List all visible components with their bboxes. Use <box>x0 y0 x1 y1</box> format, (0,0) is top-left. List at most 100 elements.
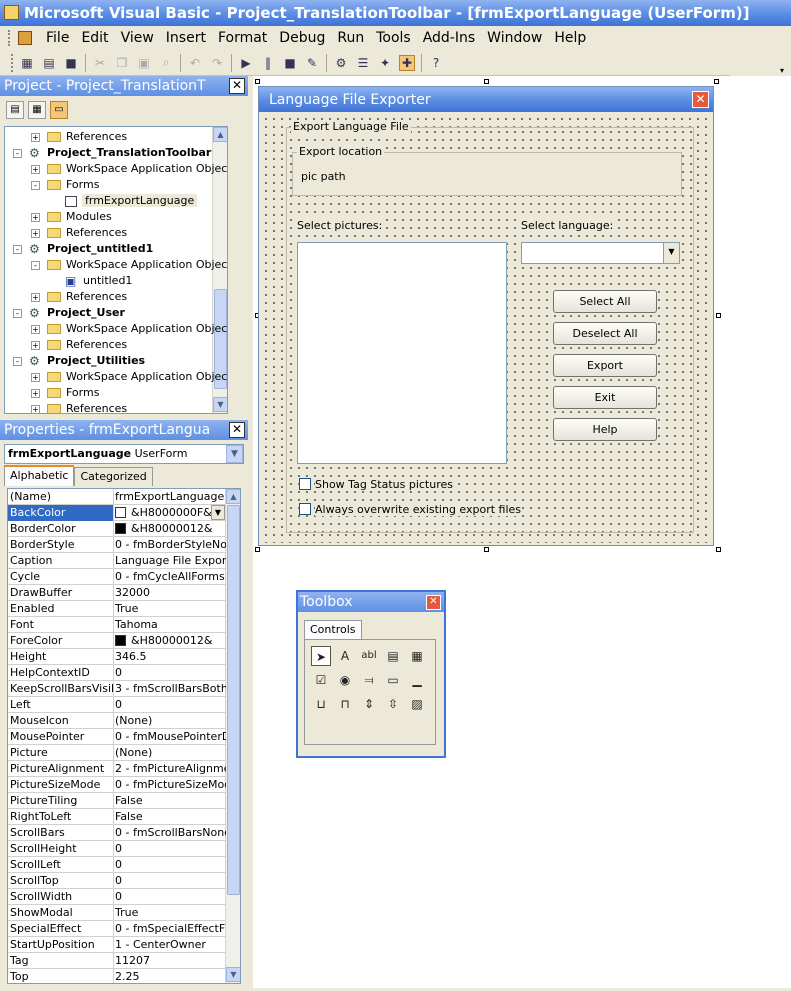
chevron-down-icon[interactable]: ▼ <box>663 243 679 263</box>
collapse-icon[interactable]: - <box>13 357 22 366</box>
resize-handle[interactable] <box>714 79 719 84</box>
tree-node[interactable]: ▣ untitled1 <box>65 273 132 289</box>
scrollbar-icon[interactable]: ⇕ <box>359 694 379 714</box>
tree-node[interactable]: ⚙ Project_TranslationToolbar <box>29 145 211 161</box>
menu-insert[interactable]: Insert <box>160 30 212 46</box>
insert-userform-icon[interactable]: ▤ <box>41 55 57 71</box>
property-row[interactable]: BackColor &H8000000F& ▼ <box>8 505 226 521</box>
property-value[interactable]: 0 - fmCycleAllForms <box>115 569 226 585</box>
property-row[interactable]: MouseIcon (None) <box>8 713 226 729</box>
frame-icon[interactable]: ▭ <box>383 670 403 690</box>
property-value[interactable]: 0 - fmMousePointerDefault <box>115 729 226 745</box>
property-value[interactable]: 0 <box>115 665 226 681</box>
copy-icon[interactable]: ❐ <box>114 55 130 71</box>
toggle-folders-icon[interactable]: ▭ <box>50 101 68 119</box>
deselect-all-button[interactable]: Deselect All <box>553 322 657 345</box>
tree-node[interactable]: References <box>47 401 127 413</box>
collapse-icon[interactable]: - <box>13 245 22 254</box>
property-value[interactable]: &H8000000F& ▼ <box>115 505 226 521</box>
form-canvas[interactable]: Export Language File Export location pic… <box>262 115 710 543</box>
tree-node[interactable]: WorkSpace Application Objects <box>47 257 227 273</box>
break-icon[interactable]: ‖ <box>260 55 276 71</box>
help-button[interactable]: Help <box>553 418 657 441</box>
tree-node[interactable]: ⚙ Project_User <box>29 305 125 321</box>
tabstrip-icon[interactable]: ⊔ <box>311 694 331 714</box>
property-value[interactable]: 0 <box>115 841 226 857</box>
expand-icon[interactable]: + <box>31 405 40 413</box>
tree-node[interactable]: Forms <box>47 385 99 401</box>
property-row[interactable]: ScrollTop 0 <box>8 873 226 889</box>
resize-handle[interactable] <box>255 79 260 84</box>
property-value[interactable]: &H80000012& <box>115 521 226 537</box>
pictures-listbox[interactable] <box>297 242 507 464</box>
expand-icon[interactable]: + <box>31 373 40 382</box>
tree-node[interactable]: Modules <box>47 209 112 225</box>
property-value[interactable]: &H80000012& <box>115 633 226 649</box>
property-value[interactable]: 3 - fmScrollBarsBoth <box>115 681 226 697</box>
property-row[interactable]: Top 2.25 <box>8 969 226 983</box>
design-mode-icon[interactable]: ✎ <box>304 55 320 71</box>
property-row[interactable]: Tag 11207 <box>8 953 226 969</box>
tree-node[interactable]: ⚙ Project_untitled1 <box>29 241 153 257</box>
reset-icon[interactable]: ■ <box>282 55 298 71</box>
view-object-icon[interactable]: ▦ <box>28 101 46 119</box>
document-icon[interactable] <box>18 31 32 45</box>
property-value[interactable]: 2 - fmPictureAlignmentCenter <box>115 761 226 777</box>
expand-icon[interactable]: + <box>31 133 40 142</box>
collapse-icon[interactable]: - <box>13 149 22 158</box>
property-row[interactable]: Left 0 <box>8 697 226 713</box>
image-icon[interactable]: ▨ <box>407 694 427 714</box>
redo-icon[interactable]: ↷ <box>209 55 225 71</box>
property-row[interactable]: PictureTiling False <box>8 793 226 809</box>
exit-button[interactable]: Exit <box>553 386 657 409</box>
menu-addins[interactable]: Add-Ins <box>417 30 481 46</box>
property-value[interactable]: (None) <box>115 713 226 729</box>
property-row[interactable]: ScrollLeft 0 <box>8 857 226 873</box>
scroll-up-icon[interactable]: ▲ <box>213 127 227 142</box>
property-value[interactable]: 0 <box>115 889 226 905</box>
select-objects-icon[interactable]: ➤ <box>311 646 331 666</box>
optionbutton-icon[interactable]: ◉ <box>335 670 355 690</box>
property-value[interactable]: 2.25 <box>115 969 226 983</box>
property-row[interactable]: Enabled True <box>8 601 226 617</box>
tab-alphabetic[interactable]: Alphabetic <box>4 465 75 486</box>
view-code-icon[interactable]: ▤ <box>6 101 24 119</box>
toolbar-grip[interactable] <box>11 53 13 72</box>
menu-run[interactable]: Run <box>331 30 370 46</box>
find-icon[interactable]: ⌕ <box>158 55 174 71</box>
property-row[interactable]: BorderStyle0 - fmBorderStyleNone <box>8 537 226 553</box>
tree-node[interactable]: References <box>47 129 127 145</box>
close-icon[interactable]: ✕ <box>426 595 441 610</box>
tree-node[interactable]: References <box>47 289 127 305</box>
menu-file[interactable]: File <box>40 30 75 46</box>
multipage-icon[interactable]: ⊓ <box>335 694 355 714</box>
close-icon[interactable]: ✕ <box>229 78 245 94</box>
menu-edit[interactable]: Edit <box>75 30 114 46</box>
property-value[interactable]: True <box>115 601 226 617</box>
chevron-down-icon[interactable]: ▼ <box>211 505 225 520</box>
menu-debug[interactable]: Debug <box>273 30 331 46</box>
menu-view[interactable]: View <box>115 30 160 46</box>
property-row[interactable]: MousePointer0 - fmMousePointerDefault <box>8 729 226 745</box>
scroll-down-icon[interactable]: ▼ <box>226 967 240 982</box>
properties-icon[interactable]: ☰ <box>355 55 371 71</box>
property-row[interactable]: DrawBuffer 32000 <box>8 585 226 601</box>
property-value[interactable]: True <box>115 905 226 921</box>
property-value[interactable]: 32000 <box>115 585 226 601</box>
tree-node[interactable]: References <box>47 225 127 241</box>
grid-scrollbar[interactable]: ▲ ▼ <box>225 489 240 983</box>
property-value[interactable]: 1 - CenterOwner <box>115 937 226 953</box>
collapse-icon[interactable]: - <box>13 309 22 318</box>
export-location-frame[interactable]: Export location pic path <box>292 145 682 196</box>
chevron-down-icon[interactable]: ▾ <box>780 66 788 75</box>
property-row[interactable]: Picture (None) <box>8 745 226 761</box>
property-row[interactable]: PictureSizeMode0 - fmPictureSizeModeClip <box>8 777 226 793</box>
checkbox-icon[interactable]: ☑ <box>311 670 331 690</box>
expand-icon[interactable]: + <box>31 341 40 350</box>
cut-icon[interactable]: ✂ <box>92 55 108 71</box>
property-value[interactable]: False <box>115 809 226 825</box>
property-value[interactable]: Language File Exporter <box>115 553 226 569</box>
property-value[interactable]: 0 - fmScrollBarsNone <box>115 825 226 841</box>
textbox-icon[interactable]: abl <box>359 646 379 666</box>
listbox-icon[interactable]: ▦ <box>407 646 427 666</box>
